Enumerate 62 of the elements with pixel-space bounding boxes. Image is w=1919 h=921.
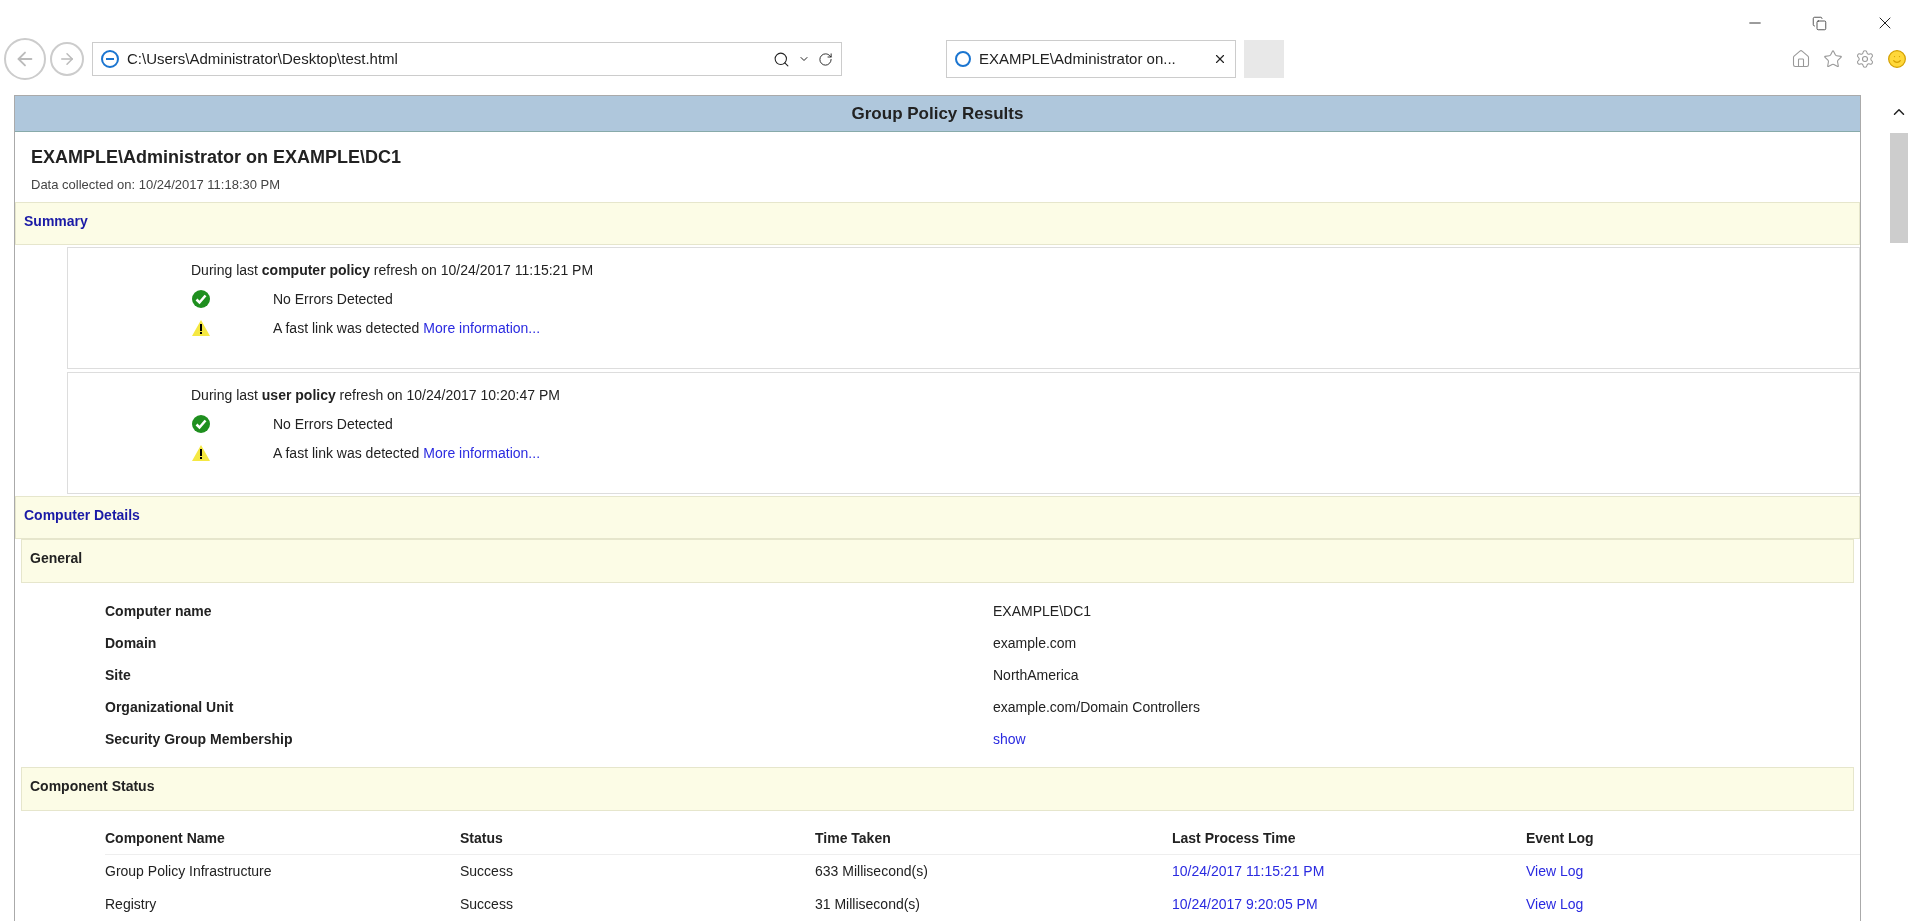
status-message: A fast link was detected [273, 443, 420, 463]
smiley-icon[interactable] [1887, 49, 1907, 69]
column-header: Component Name [105, 830, 225, 846]
detail-label: Security Group Membership [105, 729, 294, 749]
address-bar[interactable]: C:\Users\Administrator\Desktop\test.html [92, 42, 842, 76]
back-button[interactable] [4, 38, 46, 80]
summary-heading: Summary [15, 202, 1860, 245]
forward-button[interactable] [50, 42, 84, 76]
detail-value: NorthAmerica [993, 665, 1079, 685]
detail-value: EXAMPLE\DC1 [993, 601, 1092, 621]
view-log-link[interactable]: View Log [1526, 896, 1584, 912]
report-title: EXAMPLE\Administrator on EXAMPLE\DC1 [30, 145, 403, 169]
search-icon[interactable] [773, 50, 790, 68]
detail-value: example.com [993, 633, 1077, 653]
table-cell: Success [460, 863, 513, 879]
show-link[interactable]: show [993, 728, 1026, 750]
detail-label: Organizational Unit [105, 697, 235, 717]
report-header: Group Policy Results [15, 96, 1860, 132]
table-cell: Registry [105, 896, 157, 912]
detail-value: example.com/Domain Controllers [993, 697, 1200, 717]
column-header: Event Log [1526, 830, 1594, 846]
process-time-link[interactable]: 10/24/2017 9:20:05 PM [1172, 896, 1318, 912]
status-message: No Errors Detected [273, 289, 393, 309]
summary-intro: During last computer policy refresh on 10/24/2017 11:15:21 PM [191, 260, 595, 280]
process-time-link[interactable]: 10/24/2017 11:15:21 PM [1172, 863, 1325, 879]
browser-tab[interactable]: EXAMPLE\Administrator on... [946, 40, 1236, 78]
tab-title: EXAMPLE\Administrator on... [979, 48, 1177, 69]
refresh-icon[interactable] [818, 51, 833, 67]
settings-icon[interactable] [1855, 49, 1875, 69]
close-icon[interactable] [1213, 52, 1227, 66]
check-icon [191, 414, 211, 435]
table-cell: 633 Millisecond(s) [815, 863, 928, 879]
check-icon [191, 289, 211, 310]
table-cell: 31 Millisecond(s) [815, 896, 921, 912]
column-header: Status [460, 830, 503, 846]
computer-details-heading: Computer Details [15, 495, 1860, 539]
favorites-icon[interactable] [1823, 49, 1843, 69]
column-header: Last Process Time [1172, 830, 1296, 846]
status-message: A fast link was detected [273, 318, 420, 338]
more-info-link[interactable]: More information... [423, 317, 541, 339]
view-log-link[interactable]: View Log [1526, 863, 1584, 879]
detail-label: Site [105, 665, 132, 685]
component-status-heading: Component Status [21, 767, 1854, 811]
warning-icon [191, 444, 211, 463]
scroll-thumb[interactable] [1890, 133, 1908, 243]
collected-date: Data collected on: 10/24/2017 11:18:30 PM [30, 175, 282, 194]
general-heading: General [21, 538, 1854, 584]
table-cell: Group Policy Infrastructure [105, 863, 272, 879]
forward-arrow-icon [58, 50, 76, 68]
summary-intro: During last user policy refresh on 10/24/2017 10:20:47 PM [191, 385, 561, 405]
column-header: Time Taken [815, 830, 891, 846]
more-info-link[interactable]: More information... [423, 442, 541, 464]
detail-label: Computer name [105, 601, 213, 621]
browser-logo-icon [101, 50, 119, 68]
browser-logo-icon [955, 51, 971, 67]
status-message: No Errors Detected [273, 414, 393, 434]
home-icon[interactable] [1791, 49, 1811, 69]
detail-label: Domain [105, 633, 158, 653]
restore-icon[interactable] [1812, 15, 1827, 31]
warning-icon [191, 319, 211, 338]
address-text: C:\Users\Administrator\Desktop\test.html [127, 48, 399, 69]
table-cell: Success [460, 896, 513, 912]
